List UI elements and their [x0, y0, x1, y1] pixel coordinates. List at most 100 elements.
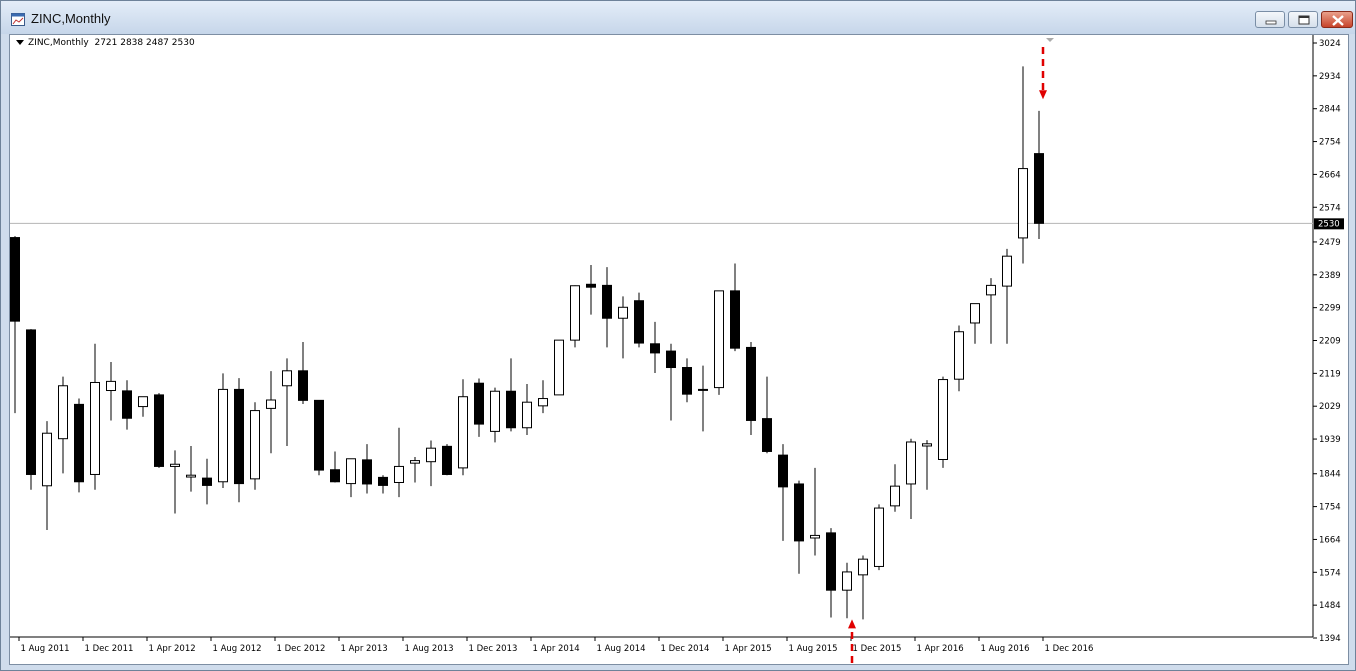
window-title: ZINC,Monthly	[31, 11, 111, 26]
time-tick-label: 1 Aug 2011	[21, 644, 70, 654]
candle-body	[506, 390, 516, 429]
candle-body	[650, 343, 660, 354]
candle-body	[602, 284, 612, 319]
minimize-button[interactable]	[1255, 11, 1285, 28]
chart-window-icon[interactable]	[11, 11, 25, 26]
annotation-arrow-up-head	[848, 619, 856, 629]
annotation-arrow-down-head	[1039, 90, 1047, 100]
price-tick-label: 1484	[1319, 601, 1341, 611]
candle-body	[538, 398, 548, 407]
candle-body	[266, 399, 276, 409]
price-tick-label: 1939	[1319, 435, 1341, 445]
price-tick-label: 1664	[1319, 535, 1341, 545]
price-tick-label: 2754	[1319, 138, 1341, 148]
time-tick-label: 1 Dec 2012	[277, 644, 326, 654]
candle-body	[330, 469, 340, 483]
candle-body	[346, 458, 356, 485]
candle-body	[938, 379, 948, 461]
candle-body	[490, 390, 500, 432]
price-tick-label: 2844	[1319, 105, 1341, 115]
candle-body	[922, 443, 932, 447]
price-tick-label: 2119	[1319, 369, 1341, 379]
time-tick-label: 1 Apr 2012	[149, 644, 196, 654]
time-tick-label: 1 Apr 2015	[725, 644, 772, 654]
candle-body	[138, 396, 148, 408]
candle-body	[298, 370, 308, 401]
price-tick-label: 2029	[1319, 402, 1341, 412]
time-tick-label: 1 Dec 2016	[1045, 644, 1094, 654]
candle-body	[10, 237, 20, 322]
price-tick-label: 3024	[1319, 39, 1341, 49]
time-tick-label: 1 Aug 2015	[789, 644, 838, 654]
candle-body	[666, 350, 676, 369]
candle-body	[906, 441, 916, 485]
minimize-icon	[1265, 20, 1277, 25]
price-tick-label: 2934	[1319, 72, 1341, 82]
price-tick-label: 1394	[1319, 634, 1341, 644]
price-tick-label: 1754	[1319, 503, 1341, 513]
candle-body	[202, 477, 212, 486]
close-icon	[1332, 15, 1344, 26]
restore-icon	[1298, 15, 1310, 25]
candle-body	[874, 507, 884, 567]
candle-body	[634, 300, 644, 344]
candle-body	[394, 465, 404, 483]
candle-body	[794, 483, 804, 542]
time-tick-label: 1 Aug 2016	[981, 644, 1030, 654]
candle-body	[58, 385, 68, 440]
candle-body	[1034, 153, 1044, 224]
candle-body	[730, 290, 740, 349]
candle-body	[234, 388, 244, 485]
time-tick-label: 1 Dec 2011	[85, 644, 134, 654]
title-bar[interactable]: ZINC,Monthly	[1, 1, 1355, 34]
restore-button[interactable]	[1288, 11, 1318, 28]
price-tick-label: 2574	[1319, 203, 1341, 213]
chart-area[interactable]: ZINC,Monthly 2721 2838 2487 2530 3024 293…	[9, 34, 1349, 665]
candle-body	[106, 380, 116, 392]
price-tick-label: 2664	[1319, 170, 1341, 180]
price-tick-label: 2209	[1319, 337, 1341, 347]
candle-body	[890, 485, 900, 507]
candle-body	[554, 339, 564, 396]
candle-body	[90, 381, 100, 475]
candlestick-chart[interactable]: 3024 2934 2844 2754 2664 2574 2479 2389 2299 2209…	[10, 35, 1348, 664]
candle-body	[746, 346, 756, 421]
time-tick-label: 1 Dec 2014	[661, 644, 710, 654]
chart-window: ZINC,Monthly ZINC,Monthly 2721 2838 2487…	[0, 0, 1356, 671]
candle-body	[762, 418, 772, 452]
candle-body	[170, 463, 180, 467]
candle-body	[682, 367, 692, 395]
price-tick-label: 2299	[1319, 304, 1341, 314]
candle-body	[698, 388, 708, 391]
candle-body	[218, 388, 228, 483]
candle-body	[26, 329, 36, 475]
candle-body	[570, 285, 580, 341]
candle-body	[186, 474, 196, 478]
current-price-label: 2530	[1318, 219, 1340, 229]
time-tick-label: 1 Aug 2012	[213, 644, 262, 654]
time-tick-label: 1 Apr 2014	[533, 644, 580, 654]
candle-body	[154, 394, 164, 467]
candle-body	[1002, 255, 1012, 287]
time-tick-label: 1 Apr 2016	[917, 644, 964, 654]
candle-body	[362, 459, 372, 485]
candle-body	[954, 331, 964, 380]
price-tick-label: 2389	[1319, 271, 1341, 281]
candle-body	[378, 476, 388, 486]
time-tick-label: 1 Apr 2013	[341, 644, 388, 654]
candle-body	[858, 558, 868, 576]
candle-body	[250, 410, 260, 480]
candle-body	[314, 399, 324, 471]
candle-body	[714, 290, 724, 389]
candle-body	[586, 283, 596, 288]
candle-body	[122, 390, 132, 419]
price-tick-label: 1574	[1319, 568, 1341, 578]
price-tick-label: 2479	[1319, 238, 1341, 248]
candle-body	[282, 370, 292, 387]
candle-body	[522, 401, 532, 429]
candle-body	[458, 396, 468, 469]
close-button[interactable]	[1321, 11, 1353, 28]
candle-body	[74, 403, 84, 483]
candle-body	[1018, 168, 1028, 239]
candle-body	[986, 284, 996, 296]
